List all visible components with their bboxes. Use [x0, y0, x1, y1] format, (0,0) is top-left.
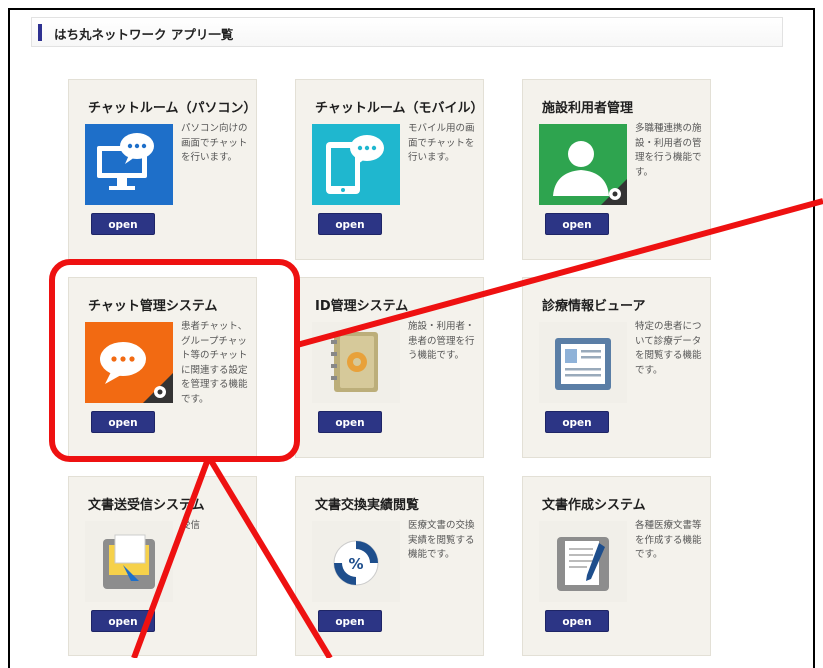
open-button[interactable]: open — [545, 610, 609, 632]
card-description: モバイル用の画面でチャットを行います。 — [408, 123, 475, 163]
app-card-id-admin: ID管理システム 施設・利用者・患者の管理を行う機能です。 open — [295, 277, 484, 458]
page-header: はち丸ネットワーク アプリ一覧 — [31, 17, 783, 47]
open-button[interactable]: open — [91, 213, 155, 235]
card-title: 文書作成システム — [542, 498, 646, 513]
card-title: ID管理システム — [315, 299, 409, 314]
open-button[interactable]: open — [545, 411, 609, 433]
page-title: はち丸ネットワーク アプリ一覧 — [54, 27, 234, 42]
address-book-icon[interactable] — [312, 322, 400, 403]
open-button[interactable]: open — [91, 610, 155, 632]
exchange-stats-icon[interactable]: % — [312, 521, 400, 602]
card-description: 受信 — [181, 520, 201, 531]
card-description: 医療文書の交換実績を閲覧する機能です。 — [408, 520, 475, 560]
card-title: 文書交換実績閲覧 — [315, 498, 420, 513]
card-title: 施設利用者管理 — [542, 101, 634, 116]
open-button[interactable]: open — [318, 610, 382, 632]
card-description: パソコン向けの画面でチャットを行います。 — [181, 123, 248, 163]
open-button[interactable]: open — [91, 411, 155, 433]
desktop-chat-icon[interactable] — [85, 124, 173, 205]
header-accent-bar — [38, 24, 42, 41]
chat-settings-icon[interactable] — [85, 322, 173, 403]
card-description: 多職種連携の施設・利用者の管理を行う機能です。 — [635, 123, 702, 178]
app-card-record-viewer: 診療情報ビューア 特定の患者について診療データを閲覧する機能です。 open — [522, 277, 711, 458]
card-description: 特定の患者について診療データを閲覧する機能です。 — [635, 321, 702, 376]
card-description: 各種医療文書等を作成する機能です。 — [635, 520, 702, 560]
card-description: 患者チャット、グループチャット等のチャットに関連する設定を管理する機能です。 — [181, 321, 248, 405]
card-title: チャットルーム（モバイル） — [315, 101, 484, 116]
open-button[interactable]: open — [318, 411, 382, 433]
card-description: 施設・利用者・患者の管理を行う機能です。 — [408, 321, 475, 361]
document-send-icon[interactable] — [85, 521, 173, 602]
app-card-document-create: 文書作成システム 各種医療文書等を作成する機能です。 open — [522, 476, 711, 656]
record-viewer-icon[interactable] — [539, 322, 627, 403]
open-button[interactable]: open — [545, 213, 609, 235]
open-button[interactable]: open — [318, 213, 382, 235]
svg-text:%: % — [348, 555, 363, 573]
user-admin-icon[interactable] — [539, 124, 627, 205]
card-title: チャット管理システム — [88, 299, 218, 314]
card-title: 診療情報ビューア — [542, 299, 646, 314]
card-title: 文書送受信システム — [88, 498, 205, 513]
tablet-chat-icon[interactable] — [312, 124, 400, 205]
app-card-chat-admin: チャット管理システム 患者チャット、グループチャット等のチャットに関連する設定を… — [68, 277, 257, 458]
app-card-document-send: 文書送受信システム 受信 open — [68, 476, 257, 656]
app-card-exchange-stats: 文書交換実績閲覧 % 医療文書の交換実績を閲覧する機能です。 open — [295, 476, 484, 656]
document-create-icon[interactable] — [539, 521, 627, 602]
card-title: チャットルーム（パソコン） — [88, 101, 257, 116]
app-card-chat-mobile: チャットルーム（モバイル） モバイル用の画面でチャットを行います。 open — [295, 79, 484, 260]
app-card-chat-pc: チャットルーム（パソコン） パソコン向けの画面でチャットを行います。 open — [68, 79, 257, 260]
app-card-facility-users: 施設利用者管理 多職種連携の施設・利用者の管理を行う機能です。 open — [522, 79, 711, 260]
